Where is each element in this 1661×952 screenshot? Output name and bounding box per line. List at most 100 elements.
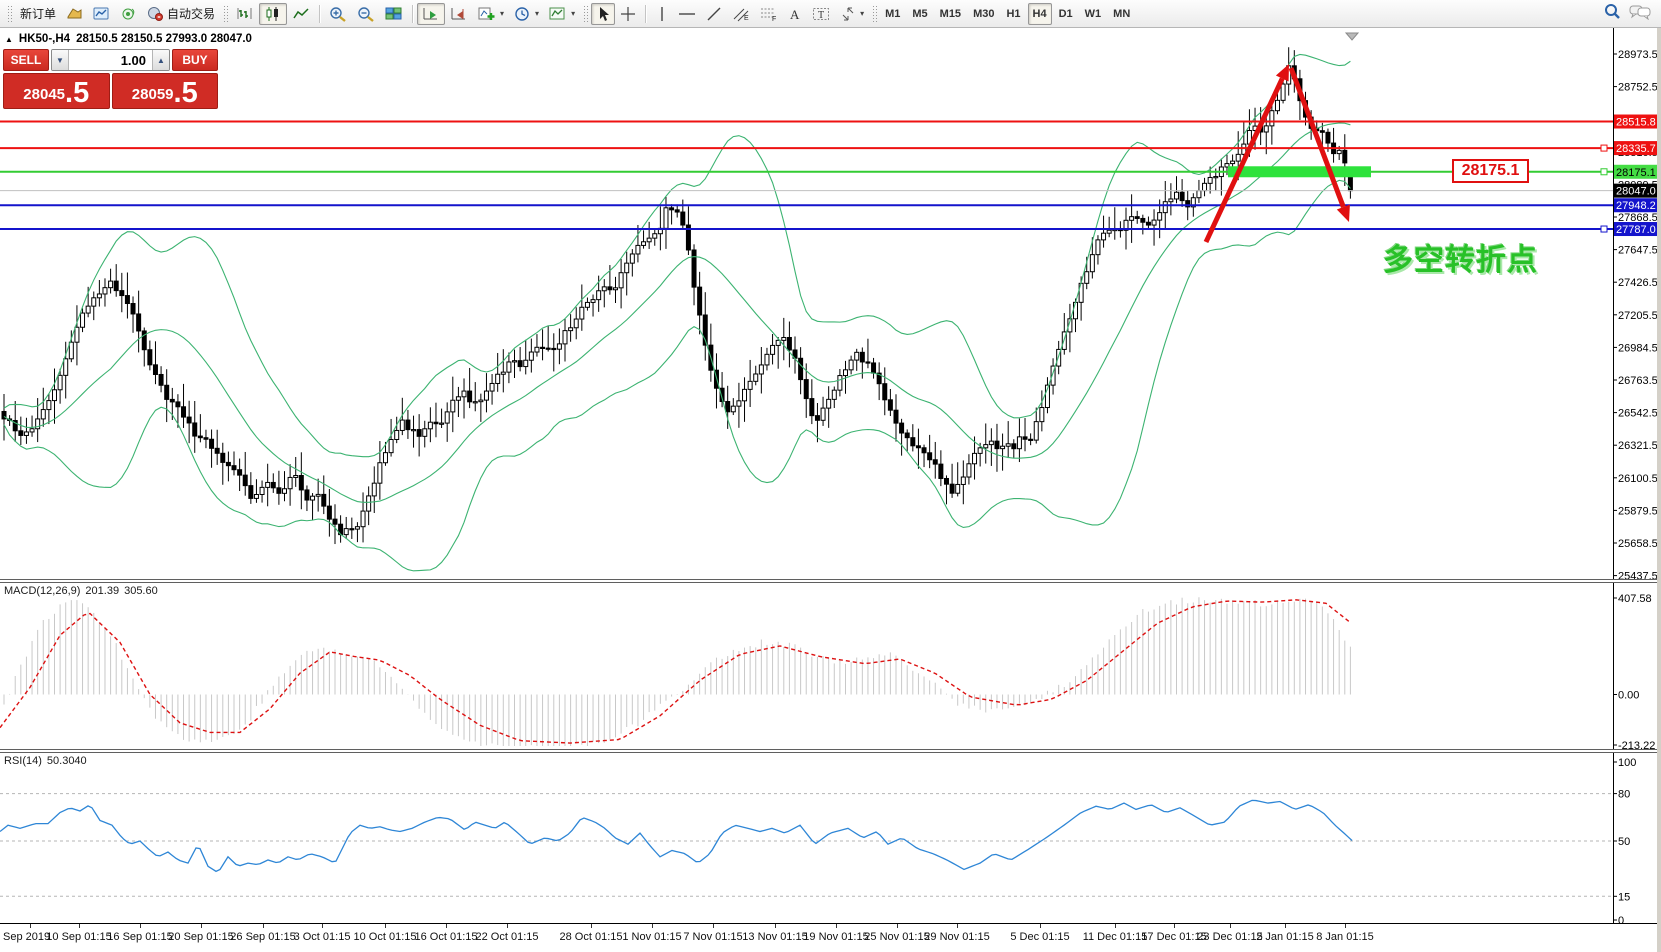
dropdown-caret-icon: ▾ [860,9,864,18]
macd-pane[interactable]: 407.580.00-213.22 [0,583,1661,749]
toolbar-grip[interactable] [583,5,588,23]
bar-chart-button[interactable] [231,3,259,25]
time-axis-tick [30,924,31,928]
time-axis-tick [1345,924,1346,928]
market-watch-button[interactable] [88,3,115,25]
timeframe-mn-button[interactable]: MN [1108,3,1135,25]
text-button[interactable]: A [783,3,807,25]
time-axis-label: 20 Sep 01:15 [168,931,233,943]
sell-button[interactable]: SELL [3,49,49,71]
time-axis-tick [957,924,958,928]
price-chart-pane[interactable]: 28973.528752.528531.528310.528089.527868… [0,28,1661,579]
timeframe-m1-button[interactable]: M1 [880,3,905,25]
timeframe-h4-button[interactable]: H4 [1028,3,1052,25]
market-watch-icon [93,6,110,21]
volume-increase-button[interactable]: ▲ [152,50,169,70]
time-axis-label: 16 Oct 01:15 [415,931,478,943]
turning-point-note[interactable]: 多空转折点 [1383,235,1538,279]
new-order-button[interactable]: 新订单 [15,3,61,25]
indicators-icon [478,6,496,22]
buy-price-pip: .5 [174,82,198,105]
time-axis-tick [652,924,653,928]
chat-icon[interactable] [1629,3,1651,25]
timeframe-m15-button[interactable]: M15 [935,3,966,25]
time-axis-tick [201,924,202,928]
templates-button[interactable]: ▾ [544,3,580,25]
highlight-zone-bar [1228,166,1371,177]
toolbar-grip[interactable] [223,5,228,23]
axis-tick-label: 407.58 [1618,593,1652,605]
toolbar-grip[interactable] [7,5,12,23]
line-chart-icon [292,6,310,22]
price-callout-box[interactable]: 28175.1 [1452,159,1529,183]
time-axis-label: 13 Nov 01:15 [742,931,807,943]
cursor-button[interactable] [591,3,615,25]
buy-button[interactable]: BUY [172,49,218,71]
time-axis-label: 3 Oct 01:15 [294,931,351,943]
volume-input[interactable]: 1.00 [69,50,152,70]
cursor-icon [596,6,610,22]
svg-text:F: F [772,16,776,22]
horizontal-line-button[interactable] [673,3,701,25]
zoom-out-button[interactable] [352,3,380,25]
buy-price-tile[interactable]: 28059 .5 [112,73,219,109]
navigator-button[interactable] [115,3,142,25]
time-axis-tick [897,924,898,928]
crosshair-button[interactable] [615,3,641,25]
toolbar-separator [412,5,413,23]
vertical-line-button[interactable] [650,3,673,25]
chart-profile-button[interactable] [61,3,88,25]
timeframe-d1-button[interactable]: D1 [1054,3,1078,25]
time-axis-label: 8 Jan 01:15 [1316,931,1374,943]
time-axis-tick [1040,924,1041,928]
line-chart-button[interactable] [287,3,315,25]
time-axis-tick [713,924,714,928]
periods-button[interactable]: ▾ [509,3,544,25]
timeframe-m5-button[interactable]: M5 [907,3,932,25]
time-axis-label: 25 Nov 01:15 [864,931,929,943]
text-icon: A [788,6,802,22]
time-axis-tick [1115,924,1116,928]
indicators-button[interactable]: ▾ [473,3,509,25]
arrows-button[interactable]: ▾ [835,3,869,25]
time-axis-tick [446,924,447,928]
volume-decrease-button[interactable]: ▼ [52,50,69,70]
text-label-button[interactable]: T [807,3,835,25]
fibonacci-button[interactable]: F [755,3,783,25]
time-axis-tick [79,924,80,928]
search-icon[interactable] [1603,3,1621,25]
window-edge-gutter [1657,28,1661,952]
timeframe-h1-button[interactable]: H1 [1001,3,1025,25]
time-axis-label: 10 Sep 01:15 [46,931,111,943]
time-axis-tick [507,924,508,928]
chart-shift-button[interactable] [445,3,473,25]
chart-shift-marker [1346,33,1358,40]
time-axis-label: 23 Dec 01:15 [1197,931,1262,943]
chart-shift-icon [450,6,468,22]
dropdown-caret-icon: ▾ [535,9,539,18]
rsi-label: RSI(14) [4,755,42,767]
tile-windows-button[interactable] [380,3,408,25]
template-icon [549,6,567,22]
fibonacci-icon: F [760,6,778,22]
trendline-button[interactable] [701,3,727,25]
sell-price-tile[interactable]: 28045 .5 [3,73,110,109]
auto-trading-button[interactable]: 自动交易 [142,3,220,25]
chart-window[interactable]: 28973.528752.528531.528310.528089.527868… [0,28,1661,952]
collapse-panel-icon[interactable]: ▲ [5,35,13,44]
auto-scroll-button[interactable] [417,3,445,25]
zoom-in-button[interactable] [324,3,352,25]
timeframe-group: M1M5M15M30H1H4D1W1MN [880,3,1135,25]
timeframe-m30-button[interactable]: M30 [968,3,999,25]
time-axis-tick [1285,924,1286,928]
equidistant-channel-button[interactable]: E [727,3,755,25]
time-axis-label: 7 Nov 01:15 [683,931,742,943]
time-axis-label: 26 Sep 01:15 [230,931,295,943]
timeframe-w1-button[interactable]: W1 [1080,3,1107,25]
rsi-pane[interactable]: 1008050150 [0,753,1661,924]
toolbar: 新订单 自动交易 ▾ ▾ ▾ E F A T ▾ [0,0,1661,28]
time-axis-label: 16 Sep 01:15 [107,931,172,943]
toolbar-grip[interactable] [872,5,877,23]
time-axis[interactable]: Sep 201910 Sep 01:1516 Sep 01:1520 Sep 0… [0,924,1661,952]
candlestick-button[interactable] [259,3,287,25]
